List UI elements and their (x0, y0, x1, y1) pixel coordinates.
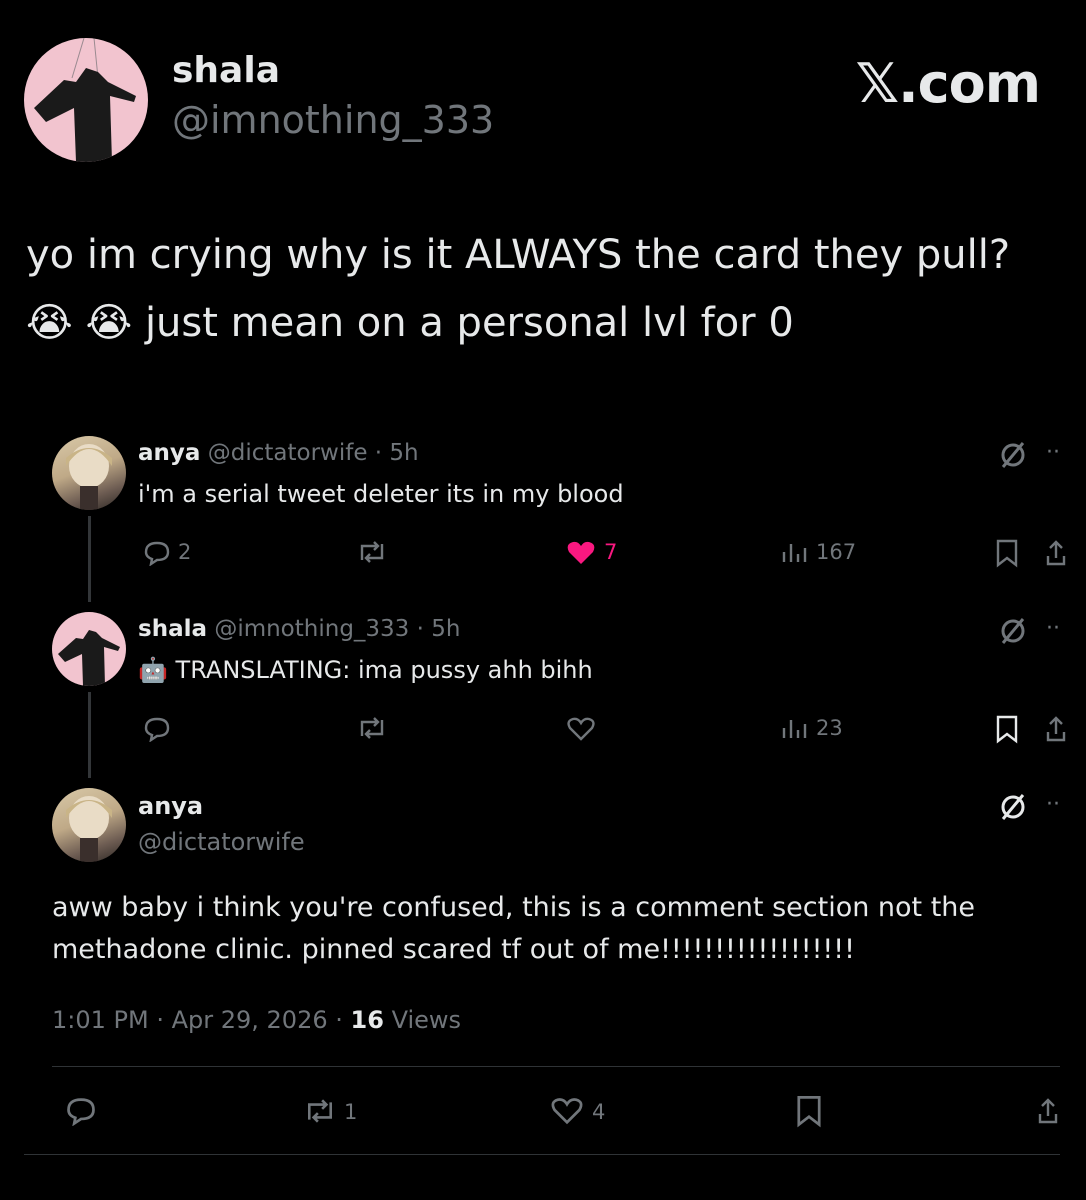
views-icon[interactable] (780, 540, 808, 566)
author-name[interactable]: shala (172, 50, 280, 91)
anime-avatar-image (66, 444, 112, 510)
thread-line (88, 692, 91, 778)
share-icon[interactable] (1046, 714, 1086, 744)
crying-emoji-2: 😭 (85, 300, 133, 346)
reply-name[interactable]: shala (138, 616, 207, 642)
silhouette-image (58, 630, 120, 686)
focused-text-line1: aww baby i think you're confused, this i… (52, 892, 976, 923)
reply-text: i'm a serial tweet deleter its in my blo… (138, 480, 624, 508)
reply-handle[interactable]: @dictatorwife (208, 440, 368, 466)
reply-text: TRANSLATING: ima pussy ahh bihh (175, 656, 593, 684)
grok-icon[interactable] (998, 440, 1028, 470)
focused-views-label: Views (391, 1006, 462, 1034)
more-icon[interactable]: ·· (1046, 792, 1060, 817)
anime-avatar-image (66, 796, 112, 862)
like-count: 4 (592, 1100, 606, 1124)
author-avatar[interactable] (24, 38, 148, 162)
post-text-line1: yo im crying why is it ALWAYS the card t… (26, 232, 1011, 278)
crying-emoji-1: 😭 (26, 300, 73, 346)
reply-icon[interactable] (64, 1096, 98, 1126)
post-text-line2-row: 😭 😭 just mean on a personal lvl for 0 (26, 300, 794, 346)
reply-handle[interactable]: @imnothing_333 (214, 616, 409, 642)
reply-text-row: 🤖 TRANSLATING: ima pussy ahh bihh (138, 656, 593, 684)
views-icon[interactable] (780, 716, 808, 742)
focused-handle[interactable]: @dictatorwife (138, 828, 305, 856)
grok-icon[interactable] (998, 616, 1028, 646)
thread-line (88, 516, 91, 602)
reply-time[interactable]: · 5h (375, 440, 419, 466)
retweet-icon[interactable] (356, 538, 388, 566)
grok-icon[interactable] (998, 792, 1028, 822)
reply-icon[interactable] (142, 540, 172, 566)
divider (52, 1066, 1060, 1067)
bookmark-icon[interactable] (994, 538, 1020, 568)
silhouette-image (34, 38, 136, 162)
bookmark-icon[interactable] (794, 1094, 824, 1128)
reply-avatar-anya[interactable] (52, 436, 126, 510)
brand-logo: 𝕏.com (855, 52, 1041, 115)
reply-icon[interactable] (142, 716, 172, 742)
views-count: 23 (816, 716, 843, 740)
bookmark-icon[interactable] (994, 714, 1020, 744)
author-handle[interactable]: @imnothing_333 (172, 98, 494, 142)
retweet-count: 1 (344, 1100, 358, 1124)
share-icon[interactable] (1036, 1094, 1076, 1128)
like-count: 7 (604, 540, 618, 564)
more-icon[interactable]: ·· (1046, 616, 1060, 641)
retweet-icon[interactable] (356, 714, 388, 742)
post-text-line2: just mean on a personal lvl for 0 (144, 300, 794, 346)
more-icon[interactable]: ·· (1046, 440, 1060, 465)
focused-meta: 1:01 PM · Apr 29, 2026 · 16 Views (52, 1006, 461, 1034)
heart-icon[interactable] (550, 1096, 584, 1126)
reply-count: 2 (178, 540, 192, 564)
share-icon[interactable] (1046, 538, 1086, 568)
robot-emoji: 🤖 (138, 656, 168, 684)
views-count: 167 (816, 540, 857, 564)
focused-timestamp[interactable]: 1:01 PM · Apr 29, 2026 · (52, 1006, 343, 1034)
reply-time[interactable]: · 5h (417, 616, 461, 642)
reply-meta: anya @dictatorwife · 5h (138, 440, 419, 466)
focused-text-line2: methadone clinic. pinned scared tf out o… (52, 934, 855, 965)
reply-avatar-shala[interactable] (52, 612, 126, 686)
reply-meta: shala @imnothing_333 · 5h (138, 616, 460, 642)
focused-name[interactable]: anya (138, 792, 203, 820)
retweet-icon[interactable] (302, 1096, 338, 1126)
focused-views-count: 16 (350, 1006, 384, 1034)
heart-filled-icon[interactable] (566, 540, 596, 566)
divider (24, 1154, 1060, 1155)
heart-icon[interactable] (566, 716, 596, 742)
focused-avatar-anya[interactable] (52, 788, 126, 862)
reply-name[interactable]: anya (138, 440, 200, 466)
